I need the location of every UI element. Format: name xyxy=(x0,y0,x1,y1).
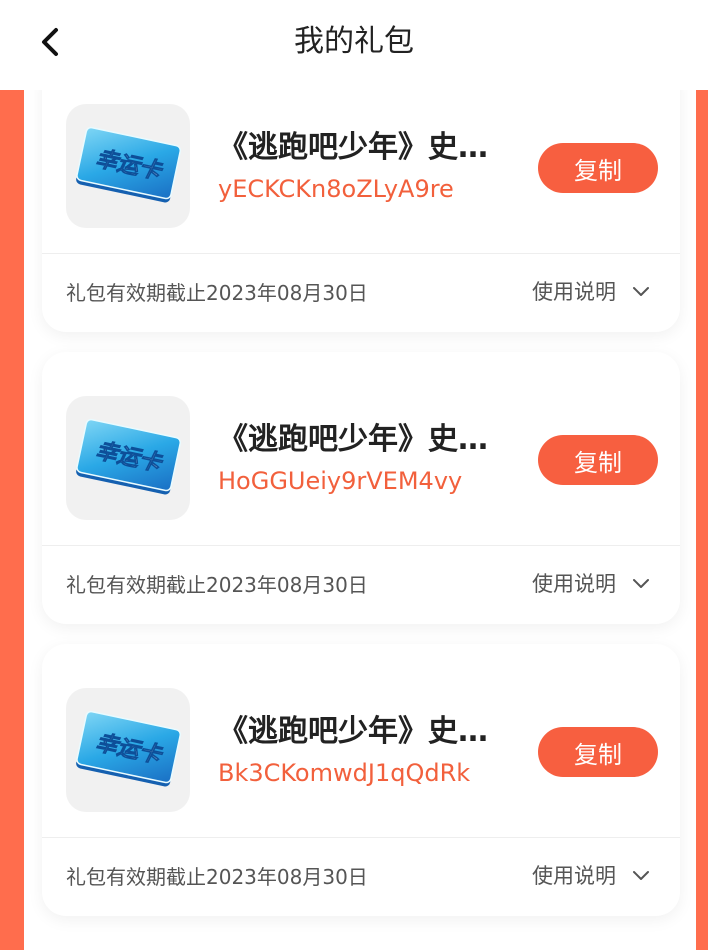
gift-card: 幸运卡 《逃跑吧少年》史诗礼包 HoGGUeiy9rVEM4vy 复制 礼包有效… xyxy=(42,352,680,624)
gift-info: 幸运卡 《逃跑吧少年》史诗礼包 yECKCKn8oZLyA9re 复制 xyxy=(42,90,680,253)
gift-code[interactable]: yECKCKn8oZLyA9re xyxy=(218,174,454,204)
chevron-down-icon xyxy=(632,286,650,298)
expiry-text: 礼包有效期截止2023年08月30日 xyxy=(66,281,368,305)
gift-code[interactable]: HoGGUeiy9rVEM4vy xyxy=(218,466,462,496)
gift-thumbnail: 幸运卡 xyxy=(66,104,190,228)
lucky-card-icon: 幸运卡 xyxy=(76,126,182,203)
usage-label: 使用说明 xyxy=(532,864,616,888)
copy-button[interactable]: 复制 xyxy=(538,435,658,485)
page-title: 我的礼包 xyxy=(294,24,414,59)
gift-card: 幸运卡 《逃跑吧少年》史诗礼包 yECKCKn8oZLyA9re 复制 礼包有效… xyxy=(42,90,680,332)
gift-card: 幸运卡 《逃跑吧少年》史诗礼包 Bk3CKomwdJ1qQdRk 复制 礼包有效… xyxy=(42,644,680,916)
card-divider xyxy=(42,837,680,838)
gift-info: 幸运卡 《逃跑吧少年》史诗礼包 Bk3CKomwdJ1qQdRk 复制 xyxy=(42,644,680,837)
expiry-text: 礼包有效期截止2023年08月30日 xyxy=(66,573,368,597)
gift-title: 《逃跑吧少年》史诗礼包 xyxy=(218,130,516,165)
usage-instructions-toggle[interactable]: 使用说明 xyxy=(532,570,650,598)
expiry-text: 礼包有效期截止2023年08月30日 xyxy=(66,865,368,889)
lucky-card-icon: 幸运卡 xyxy=(76,710,182,787)
usage-label: 使用说明 xyxy=(532,572,616,596)
card-divider xyxy=(42,545,680,546)
gift-title: 《逃跑吧少年》史诗礼包 xyxy=(218,714,516,749)
left-accent-band xyxy=(0,90,24,950)
chevron-down-icon xyxy=(632,578,650,590)
usage-label: 使用说明 xyxy=(532,280,616,304)
usage-instructions-toggle[interactable]: 使用说明 xyxy=(532,278,650,306)
right-accent-band xyxy=(696,90,708,950)
card-divider xyxy=(42,253,680,254)
gift-info: 幸运卡 《逃跑吧少年》史诗礼包 HoGGUeiy9rVEM4vy 复制 xyxy=(42,352,680,545)
header-bar: 我的礼包 xyxy=(0,0,708,90)
gift-list-area[interactable]: 幸运卡 《逃跑吧少年》史诗礼包 yECKCKn8oZLyA9re 复制 礼包有效… xyxy=(0,90,708,950)
usage-instructions-toggle[interactable]: 使用说明 xyxy=(532,862,650,890)
gift-list: 幸运卡 《逃跑吧少年》史诗礼包 yECKCKn8oZLyA9re 复制 礼包有效… xyxy=(42,90,680,936)
gift-thumbnail: 幸运卡 xyxy=(66,688,190,812)
gift-code[interactable]: Bk3CKomwdJ1qQdRk xyxy=(218,758,470,788)
copy-button[interactable]: 复制 xyxy=(538,727,658,777)
chevron-down-icon xyxy=(632,870,650,882)
copy-button[interactable]: 复制 xyxy=(538,143,658,193)
gift-title: 《逃跑吧少年》史诗礼包 xyxy=(218,422,516,457)
gift-thumbnail: 幸运卡 xyxy=(66,396,190,520)
lucky-card-icon: 幸运卡 xyxy=(76,418,182,495)
